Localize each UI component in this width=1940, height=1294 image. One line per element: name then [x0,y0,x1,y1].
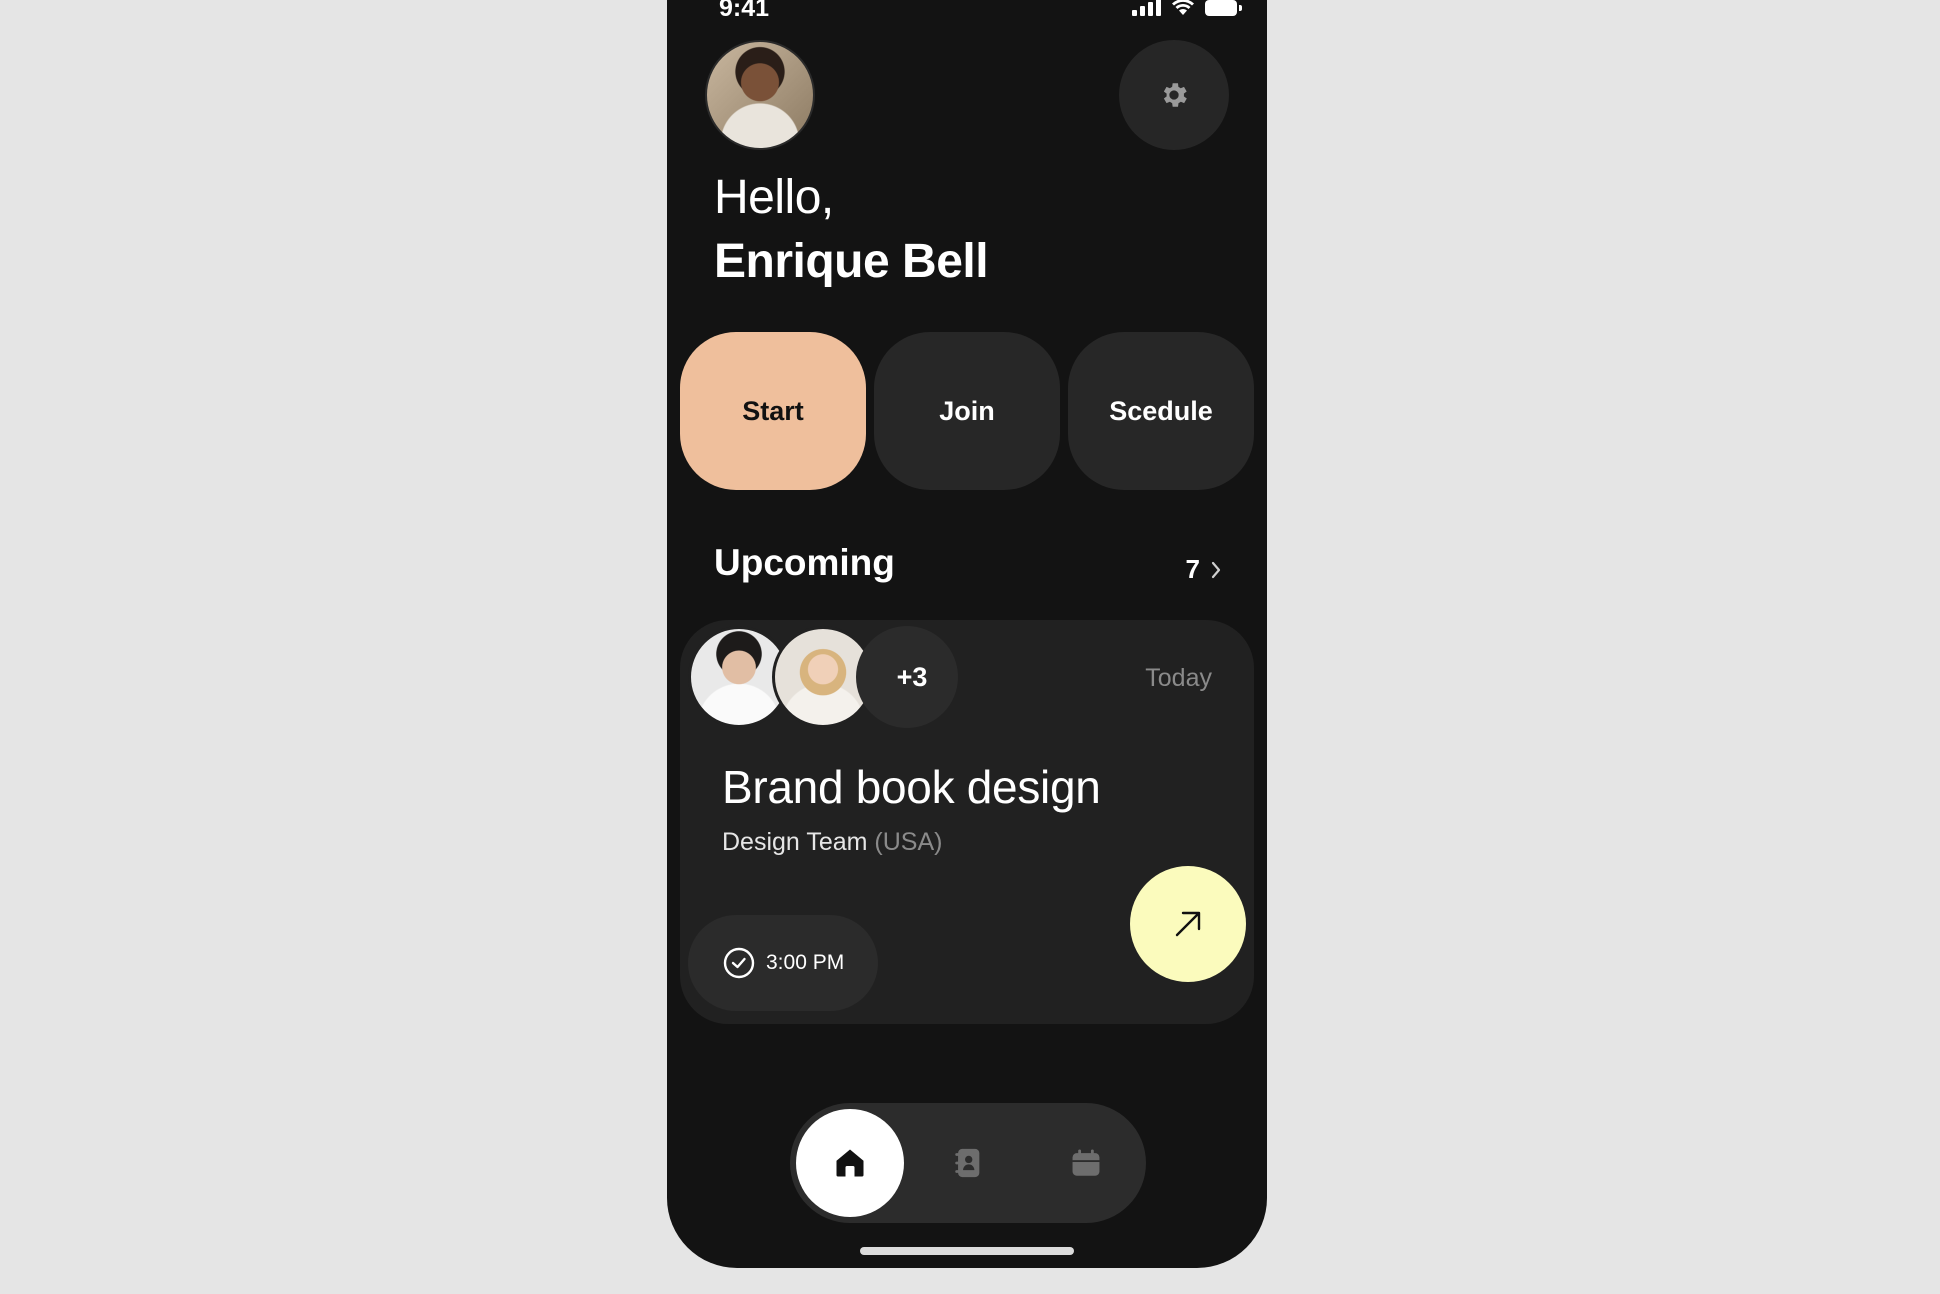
start-button[interactable]: Start [680,332,866,490]
team-location: (USA) [874,828,943,856]
clock-icon [723,947,755,979]
join-button[interactable]: Join [874,332,1060,490]
user-avatar[interactable] [705,40,815,150]
calendar-icon [1072,1149,1100,1176]
team-name: Design Team [722,828,868,856]
phone-screen: 9:41 Hello, Enrique Bell Start Join Sced… [667,0,1267,1268]
nav-contacts[interactable] [914,1109,1022,1217]
arrow-up-right-icon [1175,911,1201,937]
action-buttons: Start Join Scedule [680,332,1254,490]
battery-icon [1205,0,1242,16]
greeting-text: Hello, [714,171,834,224]
status-icons [1132,0,1242,16]
contacts-icon [955,1148,980,1178]
meeting-time: 3:00 PM [766,951,845,974]
nav-home[interactable] [796,1109,904,1217]
meeting-team: Design Team (USA) [722,828,942,857]
more-participants-badge: +3 [856,626,958,728]
home-indicator [860,1247,1074,1255]
meeting-title: Brand book design [722,761,1101,813]
bottom-nav [790,1103,1146,1223]
chevron-right-icon [1211,561,1221,578]
upcoming-count: 7 [1185,554,1200,584]
meeting-card[interactable]: +3 Today Brand book design Design Team (… [680,620,1254,1024]
gear-icon [1163,83,1187,107]
open-meeting-button[interactable] [1130,866,1246,982]
status-time: 9:41 [719,0,770,22]
user-name: Enrique Bell [714,235,989,288]
meeting-date: Today [1145,664,1212,692]
upcoming-count-link[interactable]: 7 [1186,554,1222,585]
home-icon [836,1149,864,1177]
wifi-icon [1172,0,1194,15]
signal-icon [1132,0,1161,16]
schedule-button[interactable]: Scedule [1068,332,1254,490]
nav-calendar[interactable] [1032,1109,1140,1217]
participant-avatars: +3 [688,626,958,728]
upcoming-title: Upcoming [714,542,895,583]
settings-button[interactable] [1119,40,1229,150]
meeting-time-pill: 3:00 PM [688,915,878,1011]
